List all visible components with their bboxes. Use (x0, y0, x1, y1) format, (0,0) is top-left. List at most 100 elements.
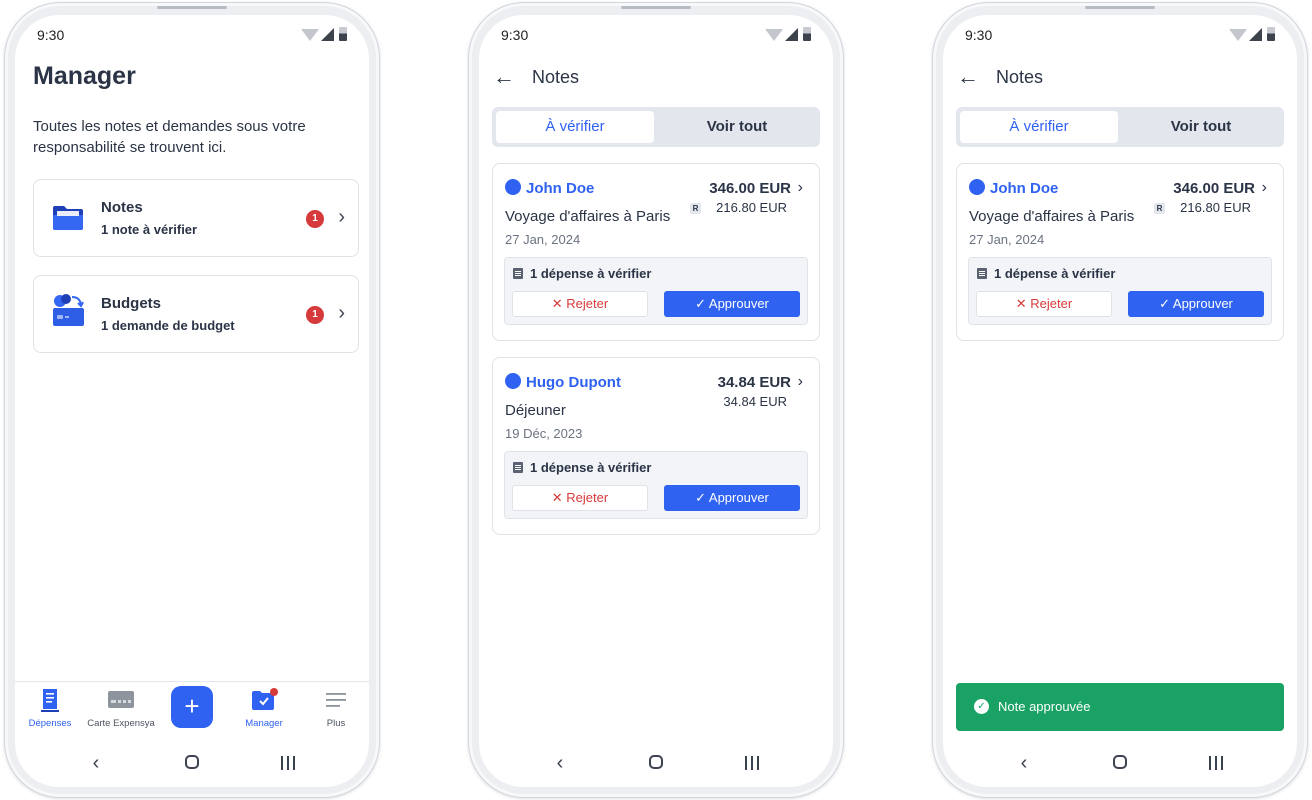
x-icon: ✕ (1015, 296, 1031, 311)
note-person: Hugo Dupont (505, 373, 621, 393)
status-icons (765, 27, 813, 43)
budgets-card-subtitle: 1 demande de budget (101, 318, 235, 333)
tab-carte-expensya[interactable]: Carte Expensya (86, 682, 156, 742)
tab-plus-label: Plus (326, 718, 346, 729)
pending-text: 1 dépense à vérifier (530, 266, 652, 281)
segmented-control: À vérifier Voir tout (492, 107, 820, 147)
page-title: Manager (33, 62, 136, 90)
chevron-right-icon: › (797, 179, 803, 196)
converted-badge: R (690, 203, 701, 214)
phone-notch (621, 6, 691, 9)
nav-back-icon[interactable]: ‹ (1009, 751, 1039, 775)
nav-back-icon[interactable]: ‹ (81, 751, 111, 775)
reject-button[interactable]: ✕ Rejeter (976, 291, 1112, 317)
check-icon: ✓ (695, 296, 709, 311)
approve-label: Approuver (708, 490, 769, 505)
toast-message: Note approuvée (998, 699, 1091, 714)
approve-label: Approuver (1172, 296, 1233, 311)
notes-card-subtitle: 1 note à vérifier (101, 222, 198, 237)
reject-label: Rejeter (566, 490, 609, 505)
note-person-name: John Doe (990, 180, 1059, 197)
pending-text: 1 dépense à vérifier (994, 266, 1116, 281)
budgets-card[interactable]: Budgets 1 demande de budget 1 › (33, 275, 359, 353)
credit-card-icon (108, 691, 134, 708)
notes-card[interactable]: Notes 1 note à vérifier 1 › (33, 179, 359, 257)
note-card-hugo-dupont[interactable]: Hugo Dupont Déjeuner 19 Déc, 2023 34.84 … (492, 357, 820, 535)
note-converted-amount: 216.80 EUR (716, 200, 787, 215)
note-person-name: John Doe (526, 180, 595, 197)
chevron-right-icon: › (338, 302, 345, 324)
battery-icon (339, 27, 347, 41)
status-bar: 9:30 (479, 15, 833, 55)
nav-home-icon[interactable] (1105, 751, 1135, 775)
signal-icon (785, 28, 798, 41)
tab-voir-tout[interactable]: Voir tout (1122, 111, 1280, 143)
note-amount: 34.84 EUR (717, 374, 791, 391)
screen-notes-approved: 9:30 ← Notes À vérifier Voir tout John D… (943, 15, 1297, 787)
note-card-john-doe[interactable]: John Doe Voyage d'affaires à Paris 27 Ja… (492, 163, 820, 341)
tab-voir-tout[interactable]: Voir tout (658, 111, 816, 143)
wifi-icon (765, 29, 783, 41)
note-person-name: Hugo Dupont (526, 374, 621, 391)
note-date: 27 Jan, 2024 (969, 232, 1045, 247)
nav-recents-icon[interactable] (1201, 751, 1231, 775)
nav-back-icon[interactable]: ‹ (545, 751, 575, 775)
x-icon: ✕ (551, 296, 567, 311)
signal-icon (1249, 28, 1262, 41)
approve-button[interactable]: ✓ Approuver (664, 291, 800, 317)
converted-badge: R (1154, 203, 1165, 214)
document-icon (977, 268, 987, 279)
signal-icon (321, 28, 334, 41)
note-pending-box: 1 dépense à vérifier ✕ Rejeter ✓ Approuv… (504, 257, 808, 325)
tab-depenses[interactable]: Dépenses (15, 682, 85, 742)
tab-a-verifier[interactable]: À vérifier (960, 111, 1118, 143)
nav-recents-icon[interactable] (273, 751, 303, 775)
tab-carte-expensya-label: Carte Expensya (87, 718, 155, 729)
pending-label: 1 dépense à vérifier (513, 460, 651, 475)
note-description: Voyage d'affaires à Paris (505, 208, 671, 225)
wifi-icon (1229, 29, 1247, 41)
battery-icon (803, 27, 811, 41)
note-date: 19 Déc, 2023 (505, 426, 583, 441)
phone-manager: 9:30 Manager Toutes les notes et demande… (4, 2, 380, 798)
android-nav-bar: ‹ (943, 741, 1297, 787)
notes-card-title: Notes (101, 199, 143, 216)
check-icon: ✓ (1159, 296, 1173, 311)
reject-button[interactable]: ✕ Rejeter (512, 291, 648, 317)
nav-home-icon[interactable] (641, 751, 671, 775)
android-nav-bar: ‹ (479, 741, 833, 787)
back-arrow-icon[interactable]: ← (493, 65, 515, 89)
phone-notch (1085, 6, 1155, 9)
tab-manager[interactable]: Manager (229, 682, 299, 742)
tab-a-verifier[interactable]: À vérifier (496, 111, 654, 143)
status-time: 9:30 (37, 27, 65, 43)
approve-button[interactable]: ✓ Approuver (664, 485, 800, 511)
x-icon: ✕ (551, 490, 567, 505)
note-amount: 346.00 EUR (709, 180, 791, 197)
nav-home-icon[interactable] (177, 751, 207, 775)
note-converted-amount: 216.80 EUR (1180, 200, 1251, 215)
back-arrow-icon[interactable]: ← (957, 65, 979, 89)
note-person: John Doe (505, 179, 594, 199)
status-icons (1229, 27, 1277, 43)
note-pending-box: 1 dépense à vérifier ✕ Rejeter ✓ Approuv… (968, 257, 1272, 325)
status-icons (301, 27, 349, 43)
pending-label: 1 dépense à vérifier (977, 266, 1115, 281)
add-expense-button[interactable]: + (171, 686, 213, 728)
reject-label: Rejeter (1030, 296, 1073, 311)
note-card-john-doe[interactable]: John Doe Voyage d'affaires à Paris 27 Ja… (956, 163, 1284, 341)
note-person: John Doe (969, 179, 1058, 199)
note-converted-amount: 34.84 EUR (723, 394, 787, 409)
folder-icon (53, 206, 83, 230)
nav-recents-icon[interactable] (737, 751, 767, 775)
reject-button[interactable]: ✕ Rejeter (512, 485, 648, 511)
success-toast: ✓ Note approuvée (956, 683, 1284, 731)
page-title: Notes (532, 67, 580, 87)
pending-text: 1 dépense à vérifier (530, 460, 652, 475)
approve-button[interactable]: ✓ Approuver (1128, 291, 1264, 317)
chevron-right-icon: › (797, 373, 803, 390)
tab-plus[interactable]: Plus (301, 682, 369, 742)
wifi-icon (301, 29, 319, 41)
phone-notes: 9:30 ← Notes À vérifier Voir tout John D… (468, 2, 844, 798)
screen-notes: 9:30 ← Notes À vérifier Voir tout John D… (479, 15, 833, 787)
